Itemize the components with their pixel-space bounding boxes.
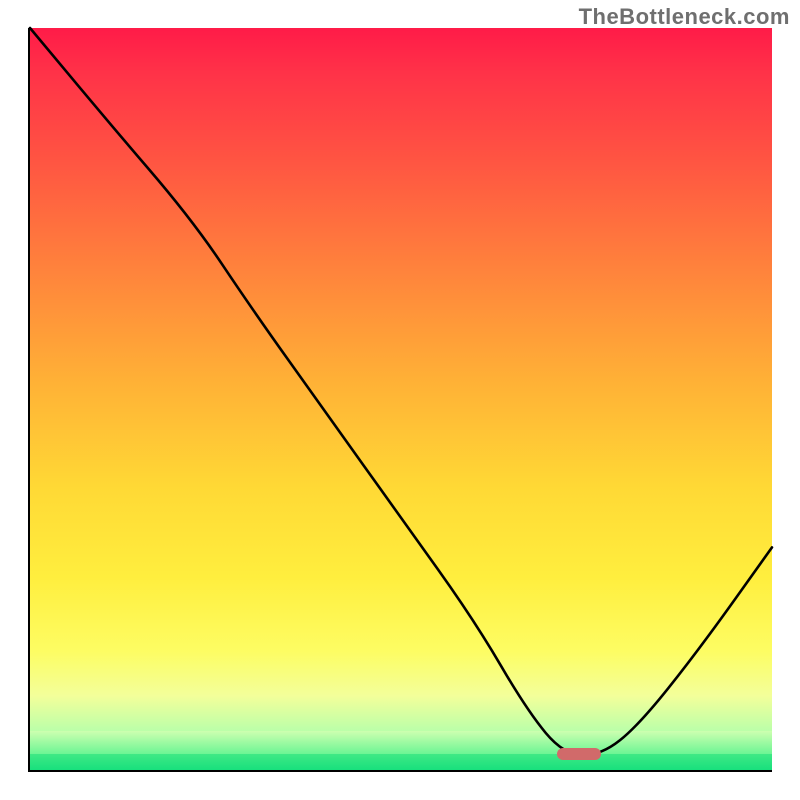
optimum-marker — [557, 748, 602, 760]
curve-layer — [30, 28, 772, 770]
plot-area — [28, 28, 772, 772]
bottleneck-chart: TheBottleneck.com — [0, 0, 800, 800]
watermark-label: TheBottleneck.com — [579, 4, 790, 30]
bottleneck-curve-path — [30, 28, 772, 755]
